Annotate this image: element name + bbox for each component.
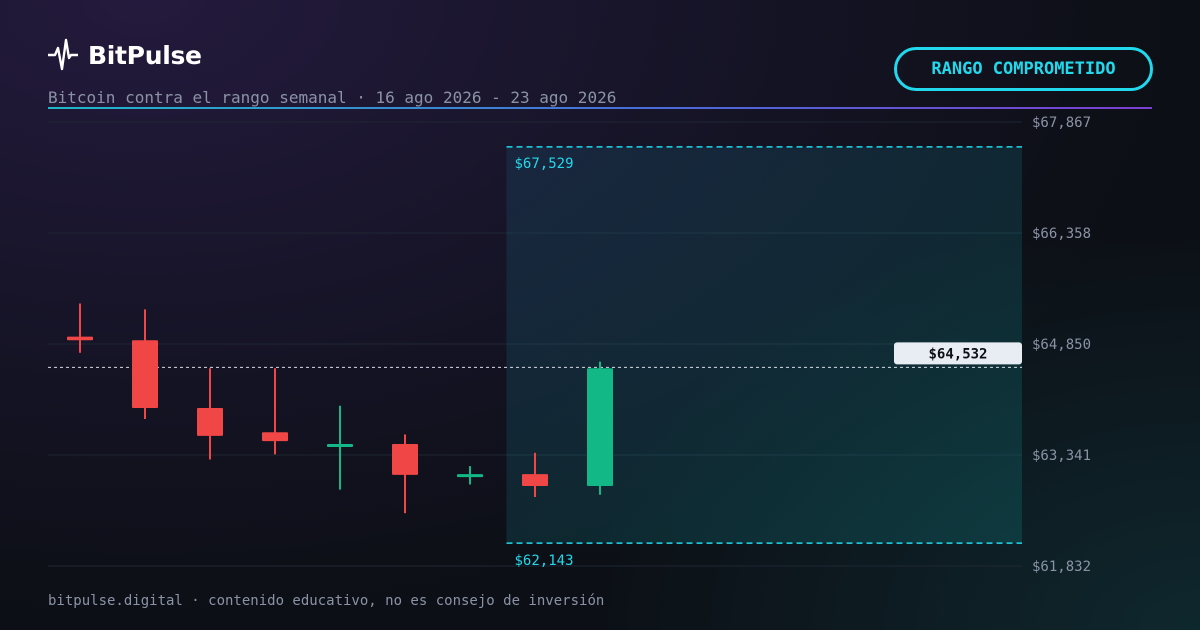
y-tick-label: $63,341 bbox=[1032, 448, 1091, 464]
current-price-label: $64,532 bbox=[928, 346, 987, 362]
y-tick-label: $67,867 bbox=[1032, 115, 1091, 131]
candle-up bbox=[587, 368, 613, 486]
footer-disclaimer: bitpulse.digital · contenido educativo, … bbox=[48, 593, 605, 609]
candle-down bbox=[262, 432, 288, 442]
candle-down bbox=[67, 336, 93, 341]
candle-down bbox=[197, 407, 223, 436]
candle-down bbox=[522, 474, 548, 486]
candlestick-chart: $67,529 $62,143 $64,532 $67,867 $66,358 $64,8… bbox=[48, 115, 1091, 575]
candle-up bbox=[327, 444, 353, 448]
y-tick-label: $61,832 bbox=[1032, 559, 1091, 575]
candle-down bbox=[132, 340, 158, 408]
candle-down bbox=[392, 444, 418, 475]
y-tick-label: $64,850 bbox=[1032, 337, 1091, 353]
y-tick-label: $66,358 bbox=[1032, 226, 1091, 242]
range-low-label: $62,143 bbox=[515, 553, 574, 569]
candle-up bbox=[457, 474, 483, 478]
range-high-label: $67,529 bbox=[515, 156, 574, 172]
